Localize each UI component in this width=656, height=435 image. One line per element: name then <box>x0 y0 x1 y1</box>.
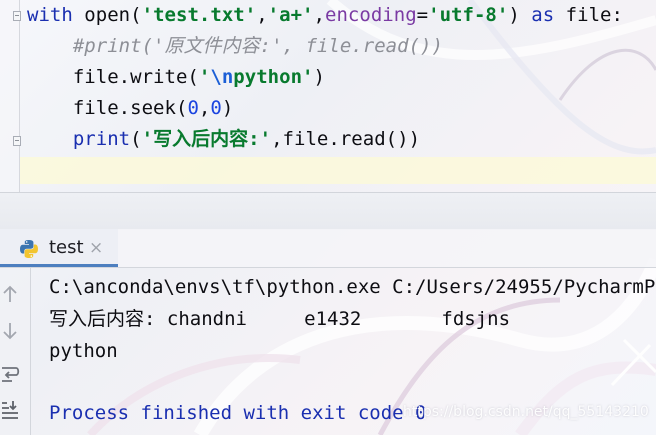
python-icon <box>20 240 38 258</box>
code-token: encoding <box>324 4 417 26</box>
code-token: file: <box>554 4 623 26</box>
code-line[interactable]: file.seek(0,0) <box>27 93 233 124</box>
code-token: python' <box>233 66 314 88</box>
fold-marker-icon[interactable] <box>13 11 21 21</box>
editor-gutter <box>0 0 20 192</box>
arrow-down-icon[interactable] <box>0 320 20 342</box>
code-token: 0 <box>187 97 199 119</box>
code-token: ) <box>508 4 532 26</box>
run-tab-label: test <box>49 237 84 258</box>
code-token: ,file.read()) <box>271 128 421 150</box>
run-toolbar <box>0 268 31 435</box>
code-token: print <box>72 128 131 150</box>
code-token: #print('原文件内容:', file.read()) <box>27 35 443 57</box>
ide-window: with open('test.txt','a+',encoding='utf-… <box>0 0 656 435</box>
code-line[interactable]: with open('test.txt','a+',encoding='utf-… <box>27 0 623 31</box>
code-line[interactable]: file.write('\npython') <box>27 62 325 93</box>
code-token: , <box>198 97 211 119</box>
panel-divider[interactable] <box>0 192 656 230</box>
scroll-to-end-icon[interactable] <box>0 398 20 420</box>
code-token: ( <box>130 128 142 150</box>
code-line[interactable]: print('写入后内容:',file.read()) <box>27 124 420 155</box>
console-line: 写入后内容: chandni e1432 fdsjns <box>49 308 511 330</box>
code-token: , <box>313 4 325 26</box>
code-token: ) <box>313 66 325 88</box>
close-icon[interactable]: × <box>89 238 103 258</box>
code-token: ) <box>221 97 234 119</box>
console-line: python <box>49 340 118 362</box>
code-token: as <box>531 4 555 26</box>
code-token: 'a+' <box>267 4 314 26</box>
code-token: ' <box>198 66 211 88</box>
soft-wrap-icon[interactable] <box>0 362 20 384</box>
code-token: 0 <box>210 97 222 119</box>
fold-marker-icon[interactable] <box>13 136 21 146</box>
code-token: with <box>27 4 73 26</box>
code-editor[interactable]: with open('test.txt','a+',encoding='utf-… <box>0 0 656 192</box>
code-token: file.write( <box>27 66 199 88</box>
current-line-highlight <box>20 157 656 184</box>
code-token: file.seek( <box>27 97 188 119</box>
arrow-up-icon[interactable] <box>0 283 20 305</box>
console-line: Process finished with exit code 0 <box>49 402 427 424</box>
code-token: 'utf-8' <box>428 4 509 26</box>
run-tab-test[interactable]: test × <box>0 229 118 267</box>
code-token: \n <box>210 66 234 88</box>
code-line[interactable]: #print('原文件内容:', file.read()) <box>27 31 443 62</box>
code-token: '写入后内容:' <box>141 128 272 150</box>
console-line: C:\anconda\envs\tf\python.exe C:/Users/2… <box>49 276 656 298</box>
code-token: open( <box>72 4 142 26</box>
code-token: , <box>256 4 268 26</box>
watermark: https://blog.csdn.net/qq_55143210 <box>403 404 649 420</box>
code-token: = <box>416 4 429 26</box>
code-token: 'test.txt' <box>141 4 257 26</box>
